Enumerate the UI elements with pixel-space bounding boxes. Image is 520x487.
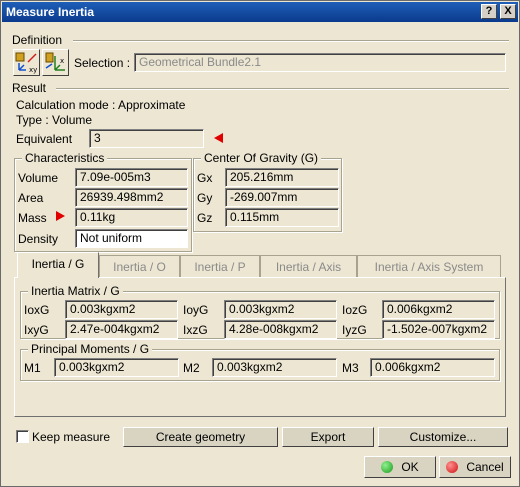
equivalent-field[interactable]: 3: [89, 129, 204, 148]
calculation-mode: Calculation mode : Approximate: [16, 98, 186, 112]
gx-label: Gx: [197, 171, 213, 185]
tab-inertia-p[interactable]: Inertia / P: [180, 255, 260, 277]
selection-field[interactable]: Geometrical Bundle2.1: [134, 53, 506, 72]
m2-field[interactable]: 0.003kgxm2: [212, 358, 337, 377]
measure-item-icon[interactable]: xy: [13, 49, 40, 76]
close-button[interactable]: X: [500, 4, 516, 19]
customize-button[interactable]: Customize...: [378, 427, 508, 447]
m3-field[interactable]: 0.006kgxm2: [370, 358, 495, 377]
area-label: Area: [18, 191, 44, 205]
iozg-field[interactable]: 0.006kgxm2: [382, 300, 495, 319]
gx-field[interactable]: 205.216mm: [225, 168, 339, 187]
area-field[interactable]: 26939.498mm2: [75, 188, 188, 207]
tab-inertia-axis-system[interactable]: Inertia / Axis System: [357, 255, 501, 277]
ioyg-field[interactable]: 0.003kgxm2: [224, 300, 337, 319]
definition-separator: [73, 40, 509, 42]
ixzg-field[interactable]: 4.28e-008kgxm2: [224, 320, 337, 339]
cancel-label: Cancel: [466, 460, 504, 474]
mass-label: Mass: [18, 211, 47, 225]
cancel-icon: [446, 461, 459, 473]
cancel-button[interactable]: Cancel: [439, 456, 511, 478]
density-label: Density: [18, 232, 59, 246]
volume-label: Volume: [18, 171, 59, 185]
ok-icon: [381, 461, 394, 473]
measure-inertia-dialog: Measure Inertia ? X Definition xy x Sele…: [0, 0, 520, 487]
equivalent-arrow-icon: [214, 133, 223, 143]
iyzg-label: IyzG: [342, 323, 367, 337]
characteristics-title: Characteristics: [22, 151, 108, 165]
keep-measure-label: Keep measure: [32, 430, 111, 444]
tab-inertia-axis[interactable]: Inertia / Axis: [260, 255, 357, 277]
m3-label: M3: [342, 361, 359, 375]
keep-measure-checkbox[interactable]: [16, 430, 29, 443]
ixyg-field[interactable]: 2.47e-004kgxm2: [65, 320, 178, 339]
selection-label: Selection :: [74, 56, 131, 70]
result-type: Type : Volume: [16, 113, 93, 127]
help-button[interactable]: ?: [481, 4, 497, 19]
center-of-gravity-title: Center Of Gravity (G): [201, 151, 322, 165]
ioxg-label: IoxG: [24, 303, 50, 317]
result-label: Result: [12, 81, 47, 95]
definition-label: Definition: [12, 33, 63, 47]
ixzg-label: IxzG: [183, 323, 208, 337]
gz-field[interactable]: 0.115mm: [225, 208, 339, 227]
svg-text:xy: xy: [29, 66, 37, 74]
iyzg-field[interactable]: -1.502e-007kgxm2: [382, 320, 495, 339]
ok-label: OK: [401, 460, 419, 474]
export-button[interactable]: Export: [282, 427, 374, 447]
svg-text:x: x: [60, 57, 64, 65]
title-bar: Measure Inertia: [2, 2, 518, 22]
measure-axis-icon[interactable]: x: [42, 49, 69, 76]
mass-arrow-icon: [56, 211, 65, 221]
ioxg-field[interactable]: 0.003kgxm2: [65, 300, 178, 319]
gy-label: Gy: [197, 191, 213, 205]
iozg-label: IozG: [342, 303, 368, 317]
principal-moments-title: Principal Moments / G: [28, 342, 153, 356]
m1-field[interactable]: 0.003kgxm2: [54, 358, 179, 377]
create-geometry-button[interactable]: Create geometry: [123, 427, 278, 447]
m2-label: M2: [183, 361, 200, 375]
density-field[interactable]: Not uniform: [75, 229, 188, 248]
window-title: Measure Inertia: [6, 5, 95, 19]
ok-button[interactable]: OK: [364, 456, 436, 478]
m1-label: M1: [24, 361, 41, 375]
gy-field[interactable]: -269.007mm: [225, 188, 339, 207]
ixyg-label: IxyG: [24, 323, 49, 337]
tab-inertia-o[interactable]: Inertia / O: [99, 255, 180, 277]
result-separator: [56, 88, 509, 90]
inertia-matrix-title: Inertia Matrix / G: [28, 284, 123, 298]
ioyg-label: IoyG: [183, 303, 209, 317]
mass-field[interactable]: 0.11kg: [75, 208, 188, 227]
gz-label: Gz: [197, 211, 213, 225]
volume-field[interactable]: 7.09e-005m3: [75, 168, 188, 187]
equivalent-label: Equivalent: [16, 132, 73, 146]
tab-inertia-g[interactable]: Inertia / G: [17, 252, 99, 278]
